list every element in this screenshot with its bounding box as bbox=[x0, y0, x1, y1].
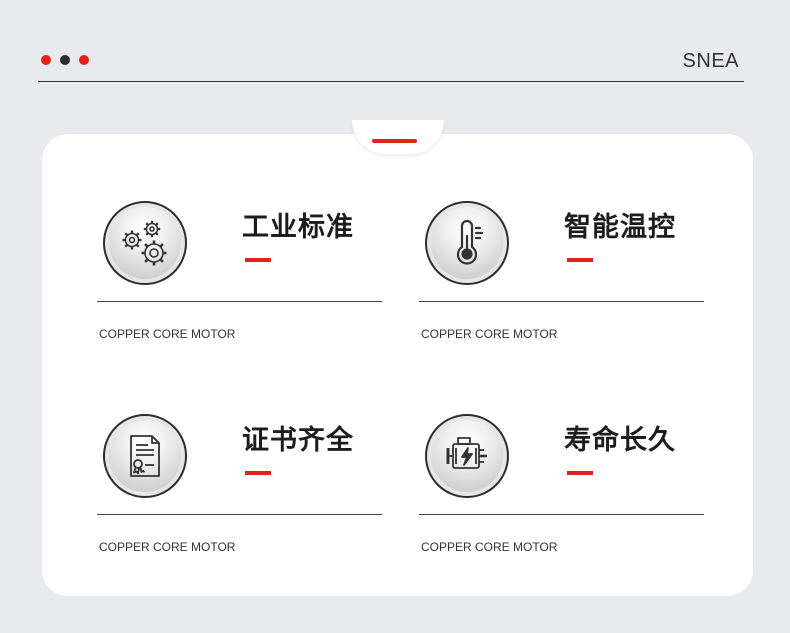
feature-accent-bar bbox=[567, 471, 593, 475]
feature-title: 智能温控 bbox=[564, 212, 676, 243]
notch-accent-bar bbox=[372, 139, 417, 143]
feature-accent-bar bbox=[245, 471, 271, 475]
feature-divider bbox=[97, 514, 382, 515]
header-dots bbox=[41, 55, 89, 65]
feature-title: 证书齐全 bbox=[242, 425, 354, 456]
feature-divider bbox=[419, 301, 704, 302]
motor-icon bbox=[425, 414, 509, 498]
feature-long-life: 寿命长久 COPPER CORE MOTOR bbox=[419, 414, 704, 574]
feature-subtitle: COPPER CORE MOTOR bbox=[421, 327, 558, 341]
gears-icon bbox=[103, 201, 187, 285]
feature-industrial-standard: 工业标准 COPPER CORE MOTOR bbox=[97, 201, 382, 361]
feature-certificates: 证书齐全 COPPER CORE MOTOR bbox=[97, 414, 382, 574]
certificate-icon bbox=[103, 414, 187, 498]
dot-3 bbox=[79, 55, 89, 65]
feature-title: 工业标准 bbox=[242, 212, 354, 243]
brand-name: SNEA bbox=[682, 50, 739, 72]
feature-smart-temperature: 智能温控 COPPER CORE MOTOR bbox=[419, 201, 704, 361]
thermometer-icon bbox=[425, 201, 509, 285]
feature-title: 寿命长久 bbox=[564, 425, 676, 456]
header-divider bbox=[38, 81, 744, 82]
dot-2 bbox=[60, 55, 70, 65]
feature-accent-bar bbox=[567, 258, 593, 262]
feature-subtitle: COPPER CORE MOTOR bbox=[99, 540, 236, 554]
feature-divider bbox=[97, 301, 382, 302]
feature-subtitle: COPPER CORE MOTOR bbox=[99, 327, 236, 341]
dot-1 bbox=[41, 55, 51, 65]
feature-subtitle: COPPER CORE MOTOR bbox=[421, 540, 558, 554]
feature-accent-bar bbox=[245, 258, 271, 262]
feature-divider bbox=[419, 514, 704, 515]
